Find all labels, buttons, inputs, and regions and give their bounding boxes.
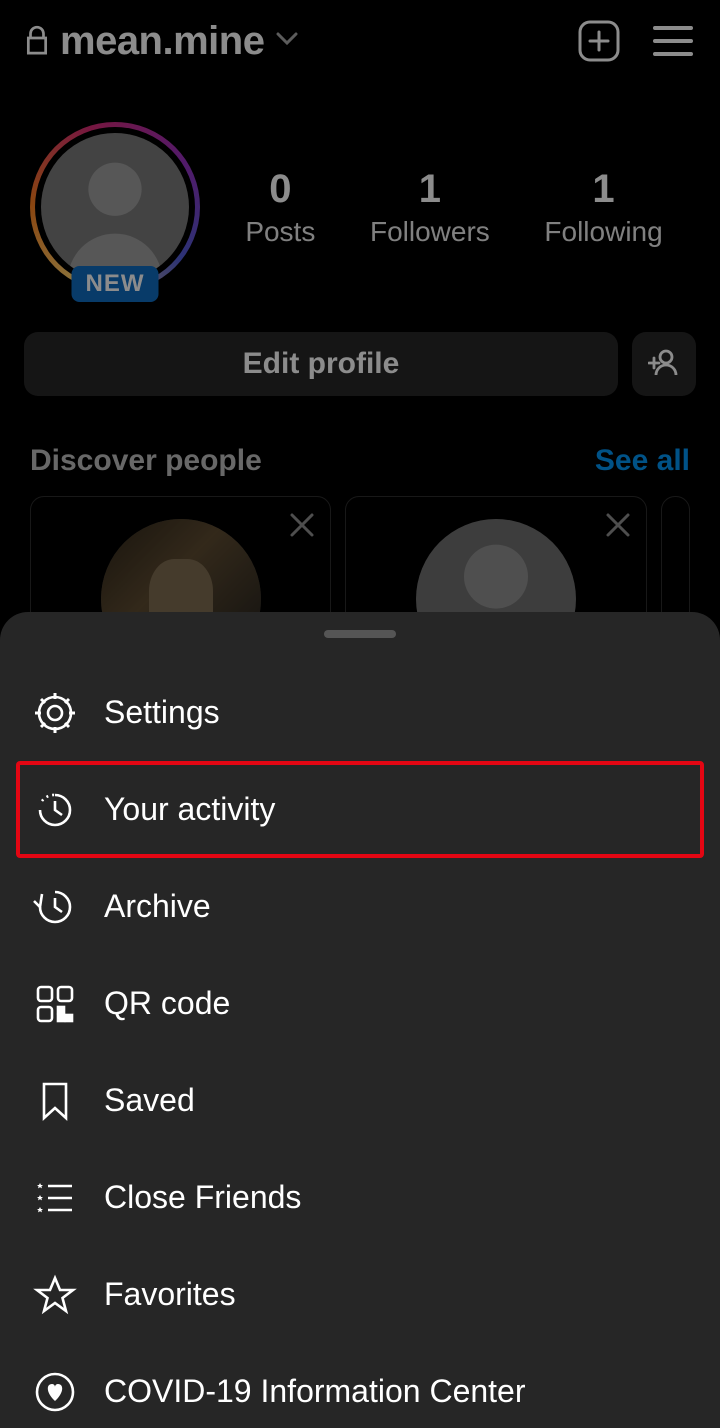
menu-item-label: Favorites: [104, 1276, 236, 1313]
menu-item-label: QR code: [104, 985, 230, 1022]
menu-item-saved[interactable]: Saved: [0, 1052, 720, 1149]
activity-icon: [32, 787, 78, 833]
menu-item-archive[interactable]: Archive: [0, 858, 720, 955]
menu-item-label: Close Friends: [104, 1179, 301, 1216]
options-bottom-sheet: Settings Your activity Archive QR code S…: [0, 612, 720, 1428]
see-all-link[interactable]: See all: [595, 444, 690, 478]
edit-profile-button[interactable]: Edit profile: [24, 332, 618, 396]
chevron-down-icon[interactable]: [276, 32, 298, 51]
gear-icon: [32, 690, 78, 736]
profile-avatar[interactable]: NEW: [30, 122, 200, 292]
menu-item-label: Settings: [104, 694, 220, 731]
menu-item-label: COVID-19 Information Center: [104, 1373, 526, 1410]
hamburger-menu-icon[interactable]: [650, 18, 696, 64]
close-friends-icon: [32, 1175, 78, 1221]
lock-icon: [24, 25, 50, 57]
sheet-grabber[interactable]: [324, 630, 396, 638]
profile-header: mean.mine: [0, 0, 720, 82]
discover-people-label: Discover people: [30, 444, 262, 478]
profile-stats-row: NEW 0 Posts 1 Followers 1 Following: [0, 82, 720, 332]
bookmark-icon: [32, 1078, 78, 1124]
add-user-icon: [648, 348, 680, 381]
stat-following-label: Following: [544, 216, 662, 248]
edit-profile-label: Edit profile: [243, 347, 400, 381]
menu-item-covid-info[interactable]: COVID-19 Information Center: [0, 1343, 720, 1428]
star-icon: [32, 1272, 78, 1318]
menu-item-favorites[interactable]: Favorites: [0, 1246, 720, 1343]
stat-posts-number: 0: [245, 167, 315, 212]
menu-item-label: Archive: [104, 888, 211, 925]
menu-item-close-friends[interactable]: Close Friends: [0, 1149, 720, 1246]
edit-profile-row: Edit profile: [0, 332, 720, 426]
discover-people-button[interactable]: [632, 332, 696, 396]
qr-code-icon: [32, 981, 78, 1027]
stat-following[interactable]: 1 Following: [544, 167, 662, 248]
menu-item-label: Saved: [104, 1082, 195, 1119]
stat-followers-number: 1: [370, 167, 490, 212]
menu-item-label: Your activity: [104, 791, 275, 828]
stat-followers-label: Followers: [370, 216, 490, 248]
menu-item-settings[interactable]: Settings: [0, 664, 720, 761]
menu-item-qr-code[interactable]: QR code: [0, 955, 720, 1052]
username-label[interactable]: mean.mine: [60, 19, 264, 64]
close-icon[interactable]: [604, 511, 632, 544]
discover-people-header: Discover people See all: [0, 426, 720, 496]
create-button[interactable]: [576, 18, 622, 64]
stat-posts[interactable]: 0 Posts: [245, 167, 315, 248]
close-icon[interactable]: [288, 511, 316, 544]
stat-followers[interactable]: 1 Followers: [370, 167, 490, 248]
stat-posts-label: Posts: [245, 216, 315, 248]
archive-icon: [32, 884, 78, 930]
stat-following-number: 1: [544, 167, 662, 212]
heart-circle-icon: [32, 1369, 78, 1415]
new-badge: NEW: [72, 266, 159, 302]
menu-item-your-activity[interactable]: Your activity: [16, 761, 704, 858]
